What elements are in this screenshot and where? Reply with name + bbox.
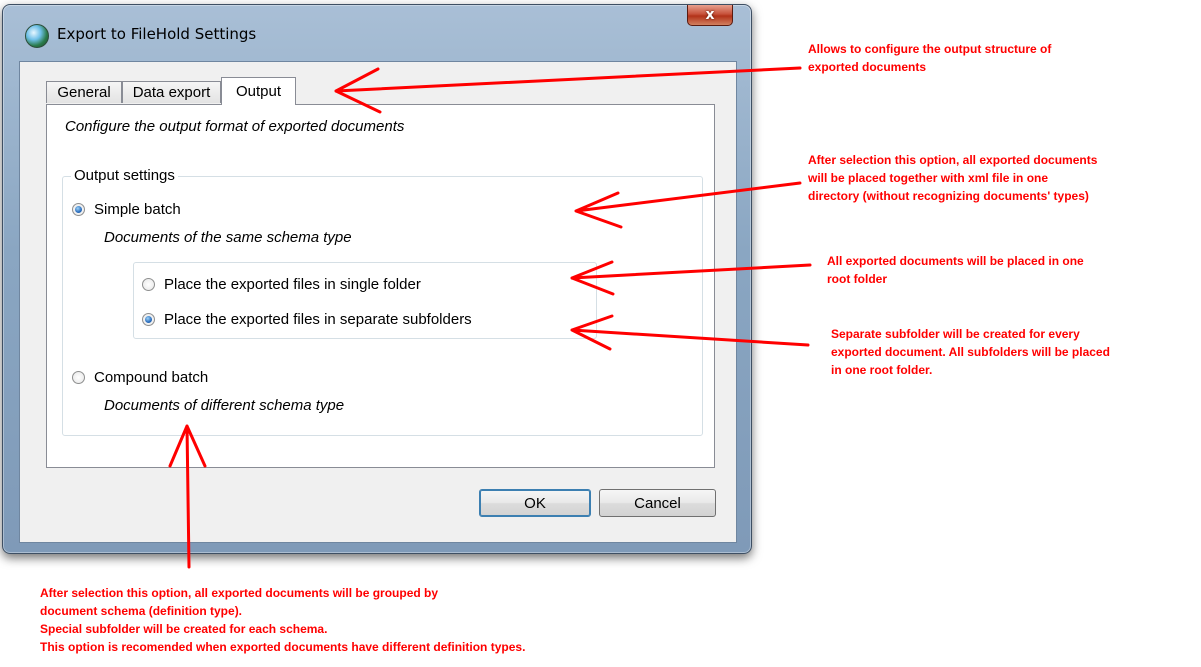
annotation-single-folder: All exported documents will be placed in…	[827, 254, 1084, 286]
annotation-separate-subfolders: Separate subfolder will be created for e…	[831, 327, 1110, 377]
annotation-simple-batch: After selection this option, all exporte…	[808, 153, 1098, 203]
close-button[interactable]: x	[687, 5, 733, 26]
compound-batch-radio[interactable]: Compound batch	[72, 369, 208, 386]
tab-output[interactable]: Output	[221, 77, 296, 105]
single-folder-radio[interactable]: Place the exported files in single folde…	[142, 276, 421, 293]
group-title: Output settings	[71, 167, 178, 184]
radio-checked-icon	[72, 203, 85, 216]
ok-button[interactable]: OK	[479, 489, 591, 517]
tab-data-export[interactable]: Data export	[122, 81, 221, 103]
window-title: Export to FileHold Settings	[57, 25, 257, 43]
close-icon: x	[705, 7, 715, 23]
radio-checked-icon	[142, 313, 155, 326]
single-folder-label: Place the exported files in single folde…	[164, 276, 421, 293]
simple-batch-radio[interactable]: Simple batch	[72, 201, 181, 218]
compound-batch-label: Compound batch	[94, 369, 209, 386]
dialog-window: Export to FileHold Settings x General Da…	[2, 4, 752, 554]
title-bar[interactable]: Export to FileHold Settings x	[3, 5, 751, 61]
app-icon	[25, 24, 49, 48]
output-settings-group: Output settings Simple batch Documents o…	[62, 167, 703, 436]
simple-batch-label: Simple batch	[94, 201, 181, 218]
annotation-output-tab: Allows to configure the output structure…	[808, 42, 1052, 74]
compound-batch-description: Documents of different schema type	[104, 397, 345, 414]
cancel-button[interactable]: Cancel	[599, 489, 716, 517]
radio-unchecked-icon	[72, 371, 85, 384]
separate-subfolders-radio[interactable]: Place the exported files in separate sub…	[142, 311, 472, 328]
dialog-client-area: General Data export Output Configure the…	[19, 61, 737, 543]
output-tab-panel: Configure the output format of exported …	[46, 104, 715, 468]
radio-unchecked-icon	[142, 278, 155, 291]
simple-batch-options-box: Place the exported files in single folde…	[133, 262, 597, 339]
simple-batch-description: Documents of the same schema type	[104, 229, 352, 246]
separate-subfolders-label: Place the exported files in separate sub…	[164, 311, 472, 328]
annotation-compound-batch: After selection this option, all exporte…	[40, 586, 526, 654]
output-description: Configure the output format of exported …	[65, 118, 405, 135]
tab-general[interactable]: General	[46, 81, 122, 103]
